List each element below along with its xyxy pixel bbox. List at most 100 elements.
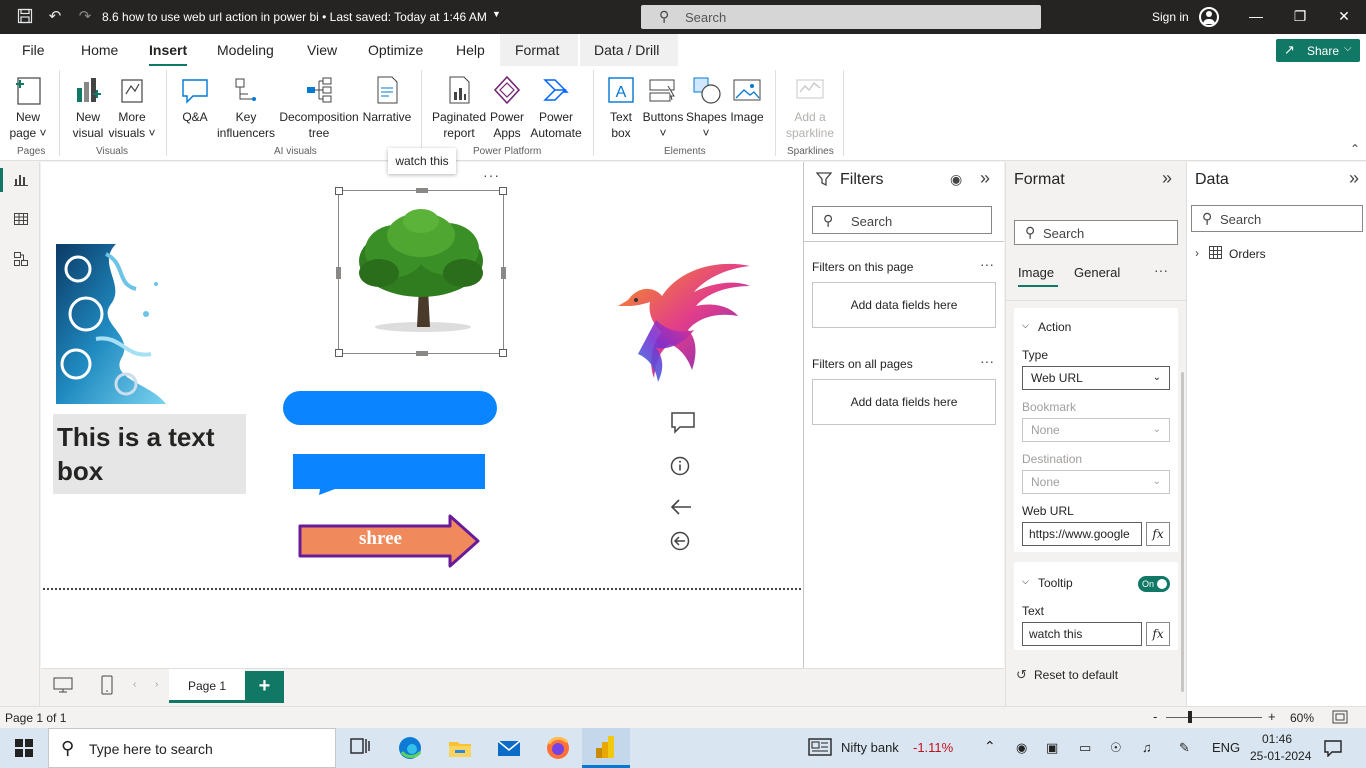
resize-handle[interactable] (336, 267, 341, 279)
tooltip-fx-button[interactable]: fx (1146, 622, 1170, 646)
report-canvas[interactable]: This is a text box watch this ··· shree (41, 148, 803, 668)
image-button[interactable]: Image (728, 74, 766, 125)
reset-icon[interactable]: ↺ (1016, 667, 1027, 683)
title-dropdown-icon[interactable]: ▼ (492, 9, 501, 19)
format-search-input[interactable]: ⚲ Search (1014, 220, 1178, 245)
tab-data-drill[interactable]: Data / Drill (594, 42, 659, 58)
blue-callout-button[interactable] (293, 454, 485, 495)
resize-handle[interactable] (499, 187, 507, 195)
more-options-icon[interactable]: ··· (980, 353, 994, 369)
minimize-icon[interactable]: — (1248, 8, 1264, 24)
circle-back-icon[interactable] (670, 531, 690, 554)
fit-to-page-icon[interactable] (1332, 710, 1348, 727)
battery-icon[interactable]: ▭ (1079, 740, 1091, 756)
clock-time[interactable]: 01:46 (1262, 732, 1292, 746)
info-icon[interactable] (670, 456, 690, 479)
bird-logo-image[interactable] (616, 260, 750, 388)
collapse-filters-icon[interactable]: » (980, 168, 990, 189)
report-view-icon[interactable] (12, 171, 30, 189)
maximize-icon[interactable]: ❐ (1292, 8, 1308, 24)
tooltip-header[interactable]: Tooltip (1038, 576, 1073, 590)
sign-in-link[interactable]: Sign in (1152, 10, 1189, 24)
eye-icon[interactable]: ◉ (950, 171, 962, 188)
taskbar-search[interactable]: ⚲ Type here to search (48, 728, 336, 768)
tooltip-toggle[interactable]: On (1138, 576, 1170, 592)
file-explorer-icon[interactable] (446, 734, 474, 762)
zoom-slider-track[interactable] (1166, 717, 1262, 718)
page-filter-drop-well[interactable]: Add data fields here (812, 282, 996, 328)
add-sparkline-button[interactable]: Add a sparkline (783, 74, 837, 141)
clock-date[interactable]: 25-01-2024 (1250, 749, 1311, 763)
resize-handle[interactable] (416, 351, 428, 356)
page-tab[interactable]: Page 1 (169, 669, 245, 703)
more-options-icon[interactable]: ··· (1154, 262, 1168, 278)
tab-optimize[interactable]: Optimize (368, 42, 423, 58)
desktop-layout-icon[interactable] (53, 676, 73, 697)
more-visuals-button[interactable]: More visuals ˅ (108, 74, 156, 141)
news-widget-icon[interactable] (808, 738, 832, 759)
mobile-layout-icon[interactable] (101, 675, 113, 698)
share-button[interactable]: ↗ Share ⌵ (1276, 39, 1360, 62)
table-orders[interactable]: › Orders (1195, 244, 1355, 264)
more-options-icon[interactable]: ··· (980, 256, 994, 272)
narrative-button[interactable]: Narrative (362, 74, 412, 125)
web-url-input[interactable]: https://www.google (1022, 522, 1142, 546)
zoom-in-button[interactable]: + (1268, 709, 1276, 724)
arrow-shape-button[interactable]: shree (298, 514, 480, 568)
resize-handle[interactable] (499, 349, 507, 357)
tree-image-visual[interactable] (335, 187, 507, 357)
task-view-icon[interactable] (348, 734, 376, 762)
pen-icon[interactable]: ✎ (1179, 740, 1190, 756)
chevron-right-icon[interactable]: › (1195, 246, 1199, 260)
save-icon[interactable] (16, 8, 34, 26)
zoom-out-button[interactable]: - (1153, 709, 1157, 724)
network-icon[interactable]: ☉ (1110, 740, 1122, 756)
paginated-report-button[interactable]: Paginated report (430, 74, 488, 141)
chevron-up-icon[interactable]: ⌃ (984, 738, 996, 755)
display-icon[interactable]: ▣ (1046, 740, 1058, 756)
edge-icon[interactable] (396, 734, 424, 762)
tab-home[interactable]: Home (81, 42, 118, 58)
scroll-left-icon[interactable]: ‹ (133, 679, 136, 690)
reset-to-default-link[interactable]: Reset to default (1034, 668, 1118, 682)
shapes-button[interactable]: Shapes ˅ (686, 74, 727, 141)
qa-button[interactable]: Q&A (176, 74, 214, 125)
close-icon[interactable]: ✕ (1336, 8, 1352, 24)
resize-handle[interactable] (501, 267, 506, 279)
tab-insert[interactable]: Insert (149, 42, 188, 67)
firefox-icon[interactable] (544, 734, 572, 762)
all-pages-filter-drop-well[interactable]: Add data fields here (812, 379, 996, 425)
format-scrollbar[interactable] (1181, 372, 1184, 692)
collapse-ribbon-icon[interactable]: ⌃ (1350, 142, 1360, 156)
resize-handle[interactable] (335, 349, 343, 357)
data-search-input[interactable]: ⚲ Search (1191, 205, 1363, 232)
power-automate-button[interactable]: Power Automate (528, 74, 584, 141)
global-search[interactable]: ⚲ Search (641, 5, 1041, 29)
resize-handle[interactable] (416, 188, 428, 193)
collapse-data-icon[interactable]: » (1349, 168, 1359, 189)
tooltip-text-input[interactable]: watch this (1022, 622, 1142, 646)
tab-image[interactable]: Image (1018, 265, 1054, 280)
text-box-button[interactable]: A Text box (602, 74, 640, 141)
avatar-icon[interactable] (1199, 7, 1219, 27)
meet-icon[interactable]: ◉ (1016, 740, 1027, 756)
chevron-down-icon[interactable]: ⌵ (1022, 576, 1029, 587)
action-type-dropdown[interactable]: Web URL ⌄ (1022, 366, 1170, 390)
chevron-down-icon[interactable]: ⌵ (1022, 320, 1029, 331)
tab-view[interactable]: View (307, 42, 337, 58)
action-header[interactable]: Action (1038, 320, 1071, 334)
volume-icon[interactable]: ♫ (1142, 740, 1152, 755)
windows-start-icon[interactable] (15, 739, 33, 760)
scroll-right-icon[interactable]: › (155, 679, 158, 690)
buttons-button[interactable]: Buttons ˅ (642, 74, 684, 141)
resize-handle[interactable] (335, 187, 343, 195)
filters-search-input[interactable]: ⚲ Search (812, 206, 992, 234)
power-apps-button[interactable]: Power Apps (488, 74, 526, 141)
decomposition-tree-button[interactable]: Decomposition tree (279, 74, 359, 141)
destination-dropdown[interactable]: None ⌄ (1022, 470, 1170, 494)
comment-icon[interactable] (670, 411, 696, 438)
language-indicator[interactable]: ENG (1212, 740, 1240, 755)
blue-pill-button[interactable] (283, 391, 497, 425)
decorative-swirl-image[interactable] (56, 244, 217, 404)
mail-icon[interactable] (495, 734, 523, 762)
